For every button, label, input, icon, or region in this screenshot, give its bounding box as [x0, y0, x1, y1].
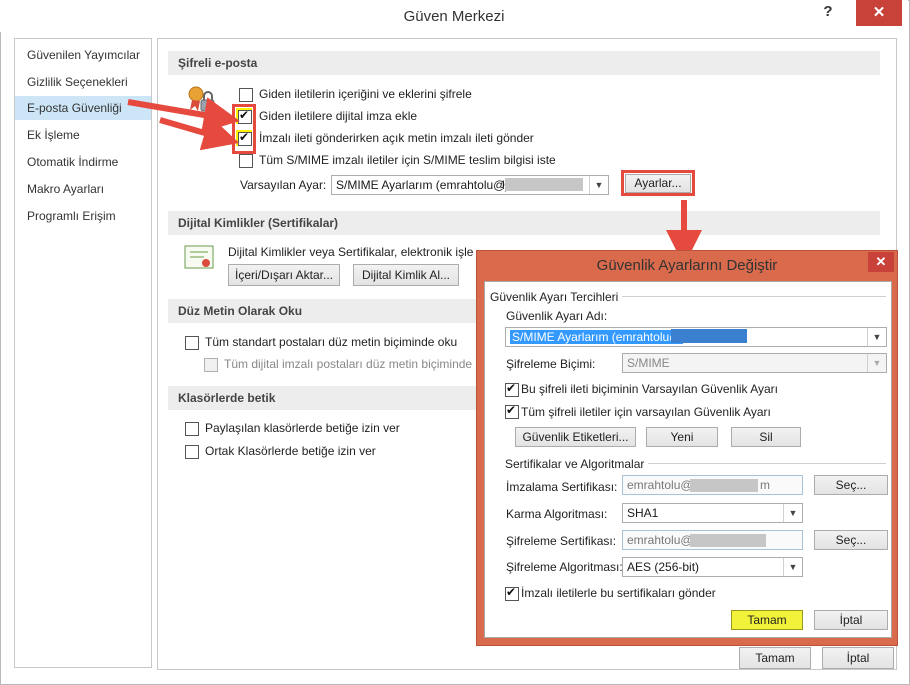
certs-group-label: Sertifikalar ve Algoritmalar	[505, 457, 649, 471]
enc-alg-value: AES (256-bit)	[627, 560, 700, 574]
send-certs-label: İmzalı iletilerle bu sertifikaları gönde…	[521, 586, 716, 600]
default-all-label: Tüm şifreli iletiler için varsayılan Güv…	[521, 405, 771, 419]
send-certs-checkbox[interactable]	[505, 585, 519, 601]
encryption-format-value: S/MIME	[627, 356, 670, 370]
dialog-cancel-button[interactable]: İptal	[814, 610, 888, 630]
dialog-ok-button[interactable]: Tamam	[731, 610, 803, 630]
default-all-checkbox[interactable]	[505, 403, 519, 419]
choose-signing-cert-button[interactable]: Seç...	[814, 475, 888, 495]
choose-enc-cert-button[interactable]: Seç...	[814, 530, 888, 550]
redacted-area	[690, 479, 758, 492]
enc-alg-select[interactable]: AES (256-bit) ▼	[622, 557, 803, 577]
chevron-down-icon: ▼	[783, 504, 802, 522]
signing-cert-suffix: m	[760, 478, 770, 492]
setting-name-value: S/MIME Ayarlarım (emrahtolu@	[510, 330, 684, 344]
redacted-area	[690, 534, 766, 547]
encryption-format-label: Şifreleme Biçimi:	[506, 357, 596, 371]
hash-alg-select[interactable]: SHA1 ▼	[622, 503, 803, 523]
encryption-format-select[interactable]: S/MIME ▼	[622, 353, 887, 373]
delete-button[interactable]: Sil	[731, 427, 801, 447]
default-format-checkbox[interactable]	[505, 381, 519, 397]
hash-alg-label: Karma Algoritması:	[506, 507, 608, 521]
enc-cert-label: Şifreleme Sertifikası:	[506, 534, 617, 548]
prefs-group-label: Güvenlik Ayarı Tercihleri	[490, 290, 623, 304]
setting-name-label: Güvenlik Ayarı Adı:	[506, 309, 608, 323]
signing-cert-label: İmzalama Sertifikası:	[506, 480, 618, 494]
enc-alg-label: Şifreleme Algoritması:	[506, 560, 623, 574]
chevron-down-icon: ▼	[867, 354, 886, 372]
hash-alg-value: SHA1	[627, 506, 659, 520]
redacted-area	[671, 329, 747, 343]
dialog-title: Güvenlik Ayarlarını Değiştir	[596, 257, 778, 274]
enc-cert-value: emrahtolu@	[627, 533, 693, 547]
chevron-down-icon: ▼	[783, 558, 802, 576]
security-labels-button[interactable]: Güvenlik Etiketleri...	[515, 427, 636, 447]
default-format-label: Bu şifreli ileti biçiminin Varsayılan Gü…	[521, 382, 778, 396]
new-button[interactable]: Yeni	[646, 427, 718, 447]
signing-cert-value: emrahtolu@	[627, 478, 693, 492]
chevron-down-icon: ▼	[867, 328, 886, 346]
dialog-close-icon[interactable]: ✕	[868, 252, 894, 272]
